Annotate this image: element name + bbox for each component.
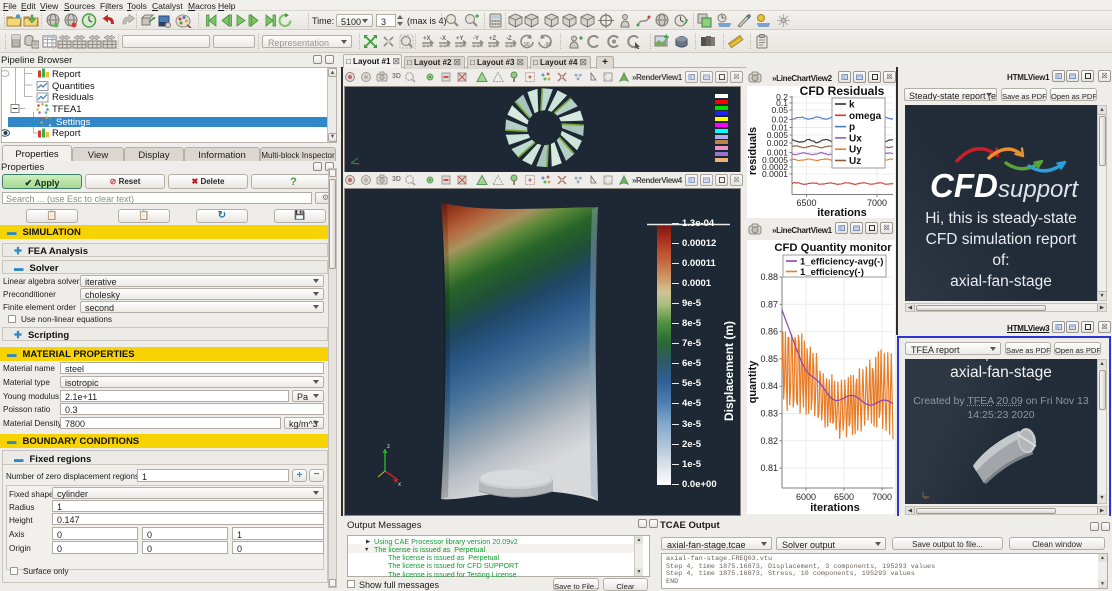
svg-text:Uy: Uy — [849, 145, 862, 156]
svg-text:0.85: 0.85 — [760, 354, 778, 364]
svg-text:90: 90 — [524, 42, 530, 48]
svg-text:Ux: Ux — [849, 133, 862, 144]
svg-text:+Z: +Z — [489, 36, 497, 42]
svg-text:6500: 6500 — [834, 492, 854, 502]
svg-text:Uz: Uz — [849, 156, 861, 167]
svg-text:1_efficiency-avg(-): 1_efficiency-avg(-) — [800, 257, 883, 268]
svg-text:support: support — [998, 176, 1079, 203]
svg-text:x: x — [398, 482, 401, 488]
svg-text:7000: 7000 — [867, 198, 887, 208]
svg-text:CFD Residuals: CFD Residuals — [800, 86, 885, 98]
svg-text:z: z — [387, 444, 390, 450]
svg-text:-X: -X — [440, 36, 446, 42]
svg-text:7000: 7000 — [872, 492, 892, 502]
svg-text:0.83: 0.83 — [760, 409, 778, 419]
svg-text:6000: 6000 — [796, 492, 816, 502]
svg-text:0.81: 0.81 — [760, 463, 778, 473]
svg-text:1_efficiency(-): 1_efficiency(-) — [800, 267, 864, 278]
svg-text:k: k — [849, 100, 855, 111]
svg-text:+Y: +Y — [456, 36, 464, 42]
svg-text:-Z: -Z — [506, 36, 512, 42]
svg-text:0.0001: 0.0001 — [762, 169, 788, 179]
svg-text:iterations: iterations — [817, 207, 867, 218]
svg-text:0.84: 0.84 — [760, 381, 778, 391]
svg-text:0.87: 0.87 — [760, 299, 778, 309]
svg-text:0.88: 0.88 — [760, 272, 778, 282]
svg-text:6500: 6500 — [796, 198, 816, 208]
svg-text:residuals: residuals — [747, 127, 759, 175]
svg-text:-Y: -Y — [473, 36, 479, 42]
svg-text:CFD: CFD — [930, 167, 998, 204]
svg-text:iterations: iterations — [810, 502, 860, 514]
svg-text:+X: +X — [423, 36, 431, 42]
svg-text:-90: -90 — [544, 42, 551, 48]
svg-text:p: p — [849, 122, 855, 133]
svg-text:0.86: 0.86 — [760, 327, 778, 337]
svg-text:CFD Quantity monitor: CFD Quantity monitor — [774, 242, 892, 254]
svg-text:0.002: 0.002 — [767, 138, 789, 148]
svg-text:0.82: 0.82 — [760, 436, 778, 446]
svg-text:quantity: quantity — [747, 360, 759, 404]
svg-text:omega: omega — [849, 111, 882, 122]
svg-text:0.05: 0.05 — [771, 105, 788, 115]
